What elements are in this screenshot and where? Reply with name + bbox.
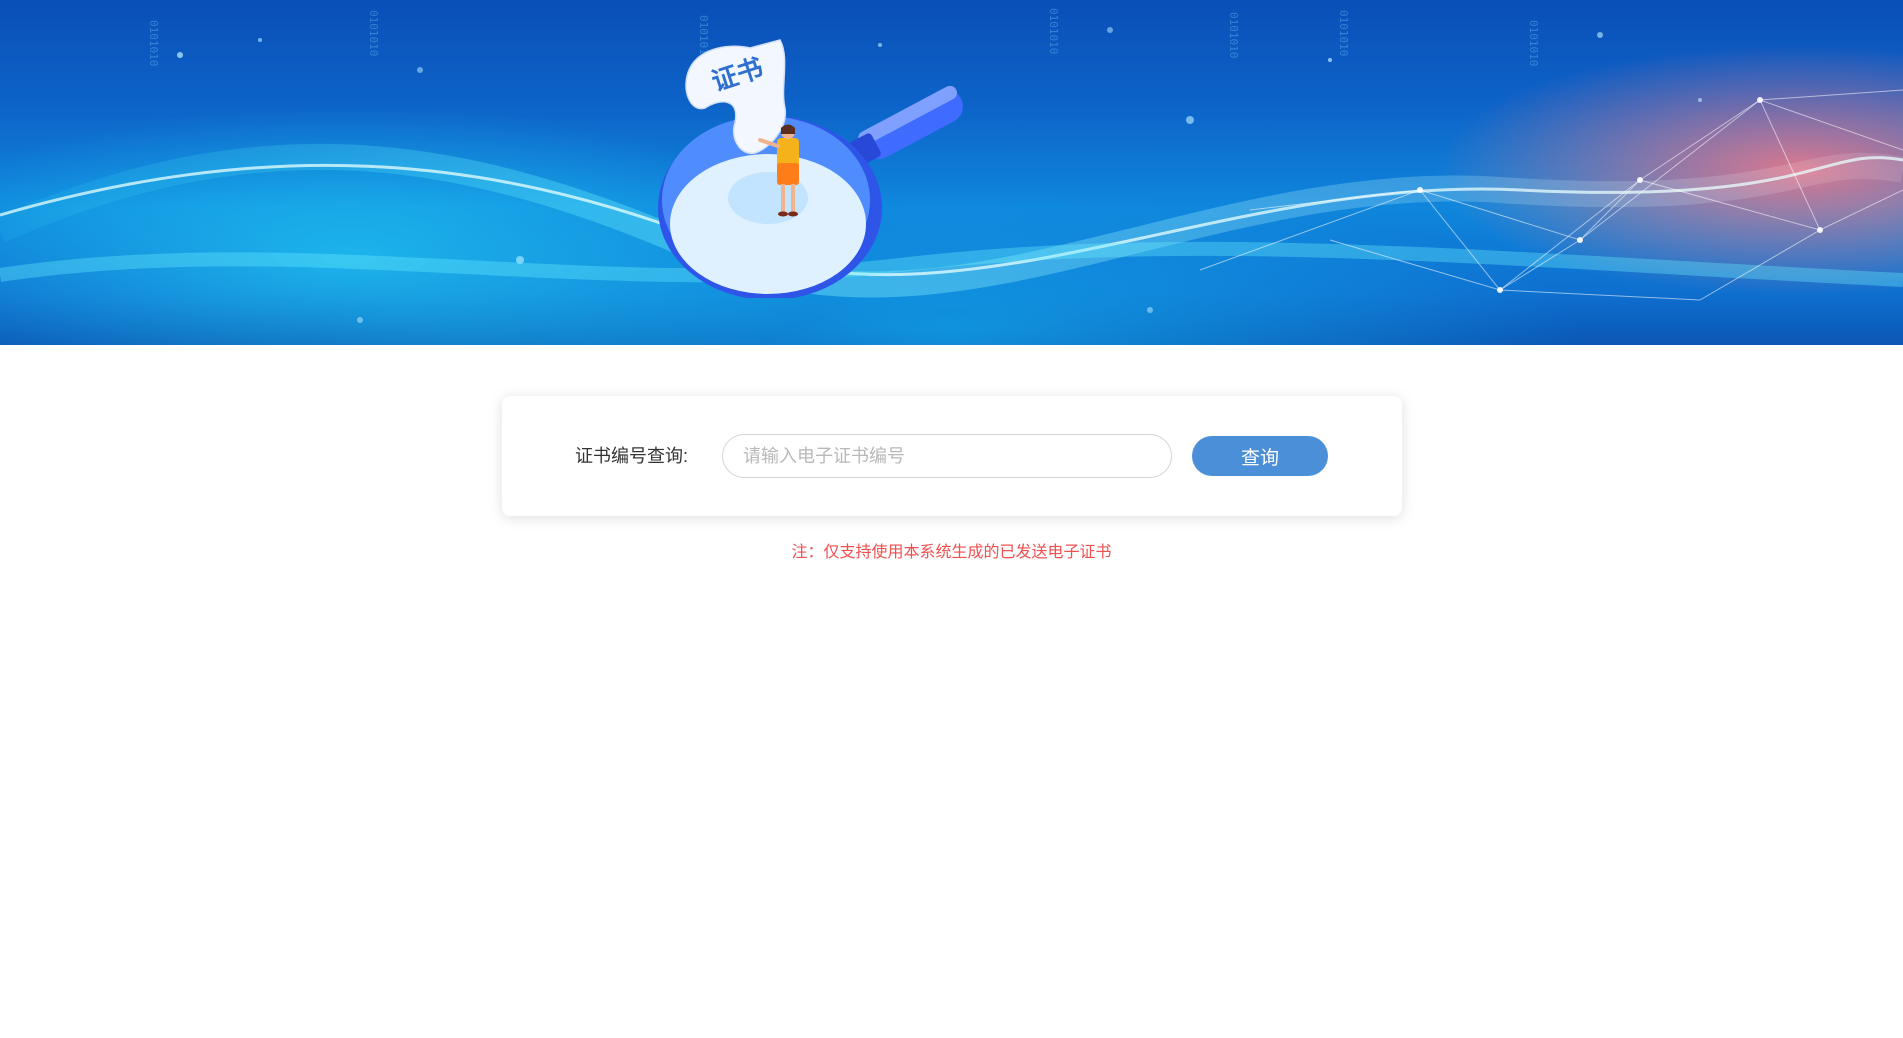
certificate-number-input[interactable] bbox=[722, 434, 1172, 478]
header-banner: 0101010 0101010 0101010 0101010 0101010 … bbox=[0, 0, 1903, 345]
svg-text:0101010: 0101010 bbox=[1337, 10, 1350, 56]
svg-text:0101010: 0101010 bbox=[147, 20, 160, 66]
svg-text:0101010: 0101010 bbox=[367, 10, 380, 56]
svg-text:0101010: 0101010 bbox=[1047, 8, 1060, 54]
svg-text:0101010: 0101010 bbox=[1527, 20, 1540, 66]
svg-text:0101010: 0101010 bbox=[1227, 12, 1240, 58]
certificate-magnifier-illustration: 证书 bbox=[658, 39, 963, 298]
certificate-search-card: 证书编号查询: 查询 bbox=[502, 396, 1402, 516]
query-button[interactable]: 查询 bbox=[1192, 436, 1328, 476]
certificate-number-label: 证书编号查询: bbox=[575, 446, 689, 466]
support-note: 注：仅支持使用本系统生成的已发送电子证书 bbox=[791, 544, 1112, 561]
